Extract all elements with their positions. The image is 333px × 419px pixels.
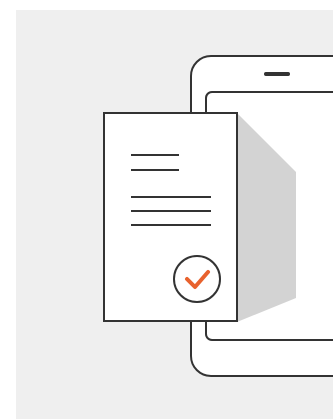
document-approved-illustration [16, 10, 333, 419]
check-circle [173, 255, 221, 303]
illustration-canvas [0, 0, 333, 419]
checkmark-icon [173, 255, 221, 303]
